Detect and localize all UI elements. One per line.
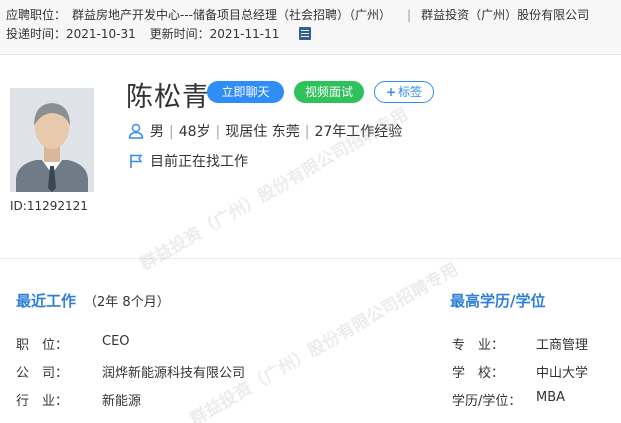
video-interview-button[interactable]: 视频面试 [294, 81, 364, 103]
submitted-date: 2021-10-31 [66, 27, 136, 41]
add-tag-button[interactable]: + 标签 [374, 81, 434, 103]
work-experience: 27年工作经验 [314, 124, 403, 140]
header-separator: | [407, 8, 412, 22]
plus-icon: + [385, 85, 397, 99]
work-position-row: 职 位： CEO [16, 334, 130, 353]
updated-date: 2021-11-11 [209, 27, 280, 41]
application-header: 应聘职位： 群益房地产开发中心---储备项目总经理（社会招聘）（广州） | 群益投资（… [0, 0, 621, 55]
person-icon [128, 123, 144, 143]
job-status-text: 目前正在找工作 [150, 154, 248, 170]
avatar [10, 88, 94, 192]
edu-school-row: 学 校： 中山大学 [452, 362, 588, 381]
company-name: 群益投资（广州）股份有限公司 [421, 8, 590, 22]
residence: 现居住 东莞 [225, 124, 300, 140]
age: 48岁 [178, 124, 211, 140]
work-industry-value: 新能源 [102, 394, 142, 409]
updated-label: 更新时间： [149, 27, 210, 41]
document-icon[interactable] [299, 27, 312, 40]
gender: 男 [150, 124, 164, 140]
candidate-basic-info: 男 | 48岁 | 现居住 东莞 | 27年工作经验 [128, 121, 402, 143]
edu-major-row: 专 业： 工商管理 [452, 334, 588, 353]
edu-major-value: 工商管理 [536, 338, 589, 353]
work-duration: （2年 8个月） [84, 295, 170, 310]
chat-now-button[interactable]: 立即聊天 [207, 81, 284, 103]
work-industry-row: 行 业： 新能源 [16, 390, 141, 409]
position-label: 应聘职位： [6, 8, 67, 22]
avatar-person-icon [10, 88, 94, 192]
edu-school-value: 中山大学 [536, 366, 589, 381]
watermark-bottom: 群益投资（广州）股份有限公司招聘专用 [186, 259, 462, 423]
section-divider [0, 258, 621, 259]
education-title: 最高学历/学位 [450, 292, 546, 310]
work-company-row: 公 司： 润烨新能源科技有限公司 [16, 362, 245, 381]
job-status: 目前正在找工作 [128, 151, 248, 173]
recent-work-title: 最近工作 （2年 8个月） [16, 292, 170, 310]
position-value: 群益房地产开发中心---储备项目总经理（社会招聘）（广州） [72, 8, 392, 22]
work-position-value: CEO [102, 334, 130, 349]
candidate-name: 陈松青 [126, 82, 210, 113]
submitted-label: 投递时间： [6, 27, 67, 41]
edu-degree-value: MBA [536, 390, 566, 405]
edu-degree-row: 学历/学位： MBA [452, 390, 566, 409]
dates-line: 投递时间：2021-10-31 更新时间：2021-11-11 [6, 25, 312, 42]
application-info-line: 应聘职位： 群益房地产开发中心---储备项目总经理（社会招聘）（广州） | 群益投资（… [6, 6, 595, 23]
flag-icon [128, 153, 144, 173]
work-company-value: 润烨新能源科技有限公司 [102, 366, 246, 381]
candidate-id: ID:11292121 [10, 199, 88, 213]
tag-label: 标签 [398, 85, 423, 99]
